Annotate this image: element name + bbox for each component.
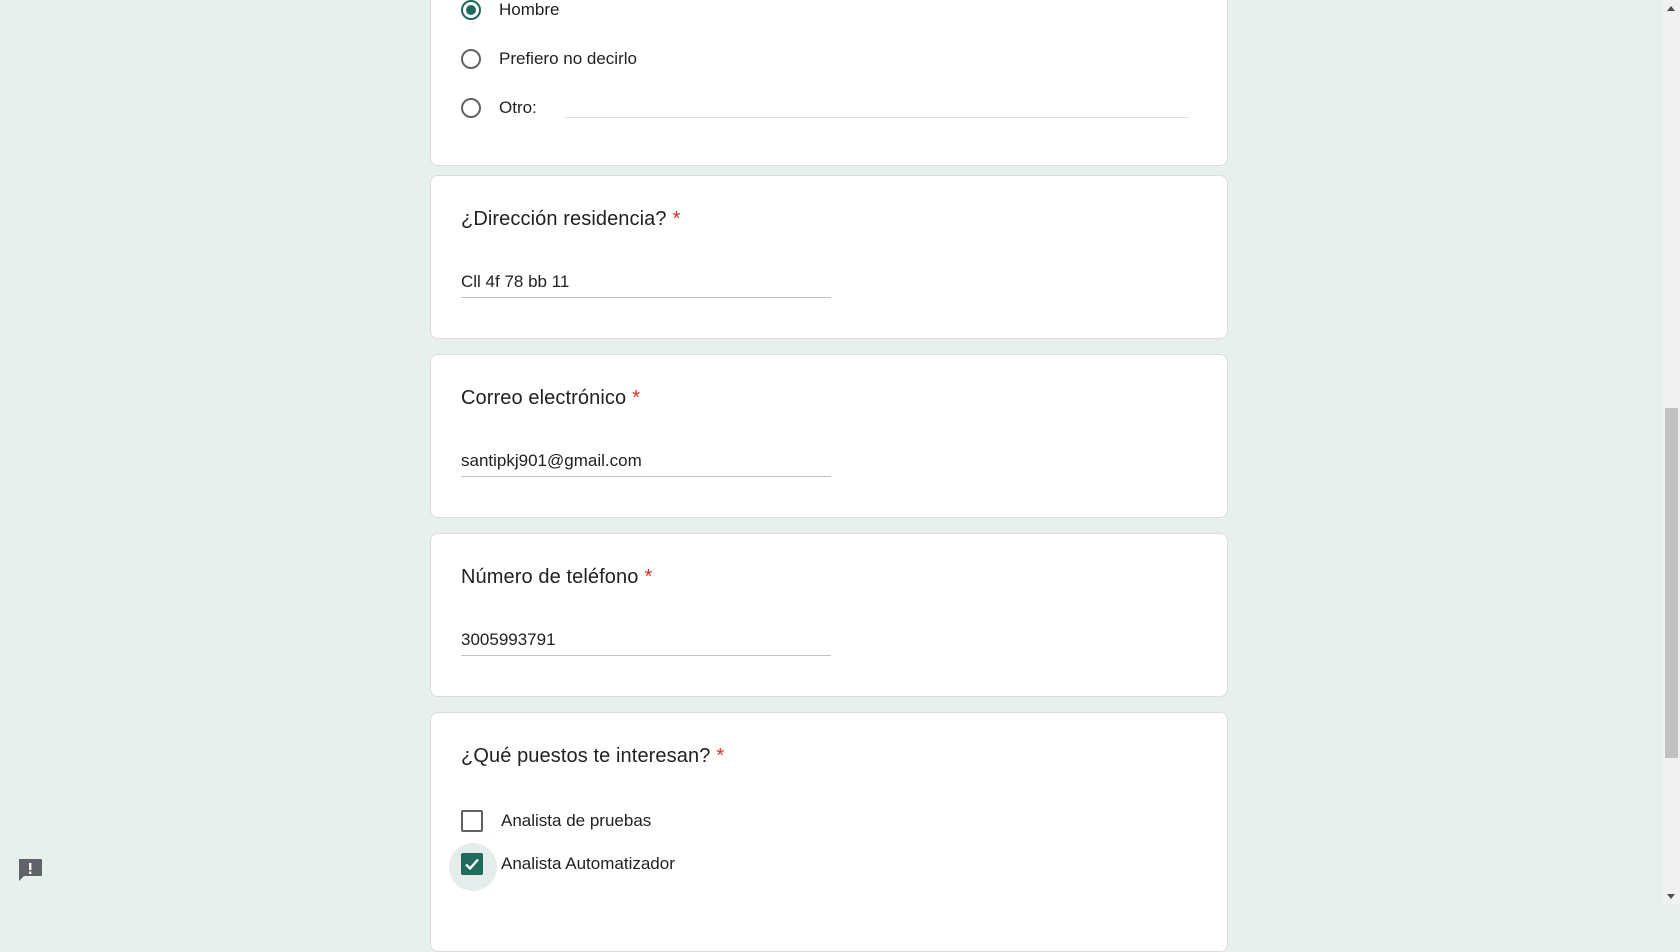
question-title-text: Correo electrónico xyxy=(461,387,627,409)
radio-button[interactable] xyxy=(461,98,481,118)
radio-option-prefiero-no-decirlo[interactable]: Prefiero no decirlo xyxy=(461,47,637,71)
email-input[interactable]: santipkj901@gmail.com xyxy=(461,446,831,477)
check-icon xyxy=(465,858,479,871)
report-feedback-icon[interactable] xyxy=(16,856,44,884)
question-title-text: Número de teléfono xyxy=(461,566,639,588)
checkbox-checked[interactable] xyxy=(449,843,497,891)
radio-label: Prefiero no decirlo xyxy=(499,49,637,68)
radio-label: Otro: xyxy=(499,98,537,117)
radio-button[interactable] xyxy=(461,49,481,69)
required-asterisk: * xyxy=(632,387,641,409)
positions-question-card: ¿Qué puestos te interesan? * Analista de … xyxy=(430,712,1228,952)
vertical-scrollbar[interactable] xyxy=(1663,0,1680,905)
scroll-thumb[interactable] xyxy=(1665,408,1678,758)
address-input[interactable]: Cll 4f 78 bb 11 xyxy=(461,267,831,298)
address-question-card: ¿Dirección residencia? * Cll 4f 78 bb 11 xyxy=(430,175,1228,339)
phone-input[interactable]: 3005993791 xyxy=(461,625,831,656)
required-asterisk: * xyxy=(644,566,653,588)
required-asterisk: * xyxy=(672,208,681,230)
other-text-input[interactable] xyxy=(565,117,1189,118)
checkbox-label: Analista de pruebas xyxy=(501,811,652,830)
radio-label: Hombre xyxy=(499,0,560,19)
question-title: ¿Dirección residencia? * xyxy=(461,208,681,231)
radio-option-otro[interactable]: Otro: xyxy=(461,96,537,120)
email-question-card: Correo electrónico * santipkj901@gmail.co… xyxy=(430,354,1228,518)
question-title: Número de teléfono * xyxy=(461,566,652,589)
question-title: Correo electrónico * xyxy=(461,387,640,410)
radio-button-checked[interactable] xyxy=(461,0,481,20)
checkbox-option-analista-de-pruebas[interactable]: Analista de pruebas xyxy=(461,809,651,833)
required-asterisk: * xyxy=(716,745,725,767)
checkbox[interactable] xyxy=(461,810,483,832)
question-title-text: ¿Dirección residencia? xyxy=(461,208,667,230)
checkbox-label: Analista Automatizador xyxy=(501,854,675,873)
checkbox-option-analista-automatizador[interactable]: Analista Automatizador xyxy=(449,843,675,891)
question-title: ¿Qué puestos te interesan? * xyxy=(461,745,724,768)
scroll-up-arrow-icon[interactable] xyxy=(1667,6,1675,11)
radio-option-hombre[interactable]: Hombre xyxy=(461,0,559,22)
question-title-text: ¿Qué puestos te interesan? xyxy=(461,745,711,767)
scroll-down-arrow-icon[interactable] xyxy=(1667,894,1675,899)
gender-question-card: Hombre Prefiero no decirlo Otro: xyxy=(430,0,1228,166)
phone-question-card: Número de teléfono * 3005993791 xyxy=(430,533,1228,697)
